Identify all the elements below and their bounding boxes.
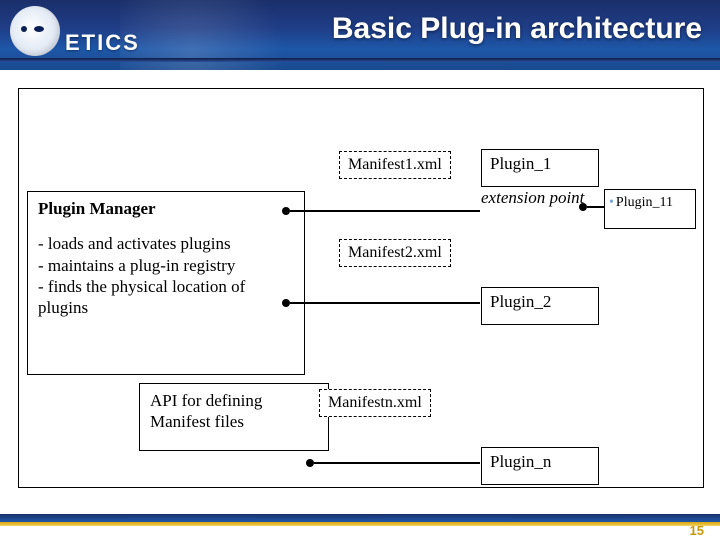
plugin2-box: Plugin_2 [481, 287, 599, 325]
pluginn-box: Plugin_n [481, 447, 599, 485]
diagram-frame: Plugin Manager - loads and activates plu… [18, 88, 704, 488]
plugin-manager-line: - loads and activates plugins [38, 233, 294, 254]
plugin-manager-box: Plugin Manager - loads and activates plu… [27, 191, 305, 375]
connector-dot [306, 459, 314, 467]
plugin1-box: Plugin_1 [481, 149, 599, 187]
connector-line [587, 206, 604, 208]
header-banner: ETICS Basic Plug-in architecture [0, 0, 720, 70]
page-number: 15 [690, 523, 704, 538]
plugin-manager-line: - finds the physical location of plugins [38, 276, 294, 319]
plugin-manager-line: - maintains a plug-in registry [38, 255, 294, 276]
connector-line [314, 462, 480, 464]
footer-accent [0, 522, 720, 526]
connector-dot [282, 207, 290, 215]
bullet-icon: • [609, 194, 614, 212]
api-box: API for defining Manifest files [139, 383, 329, 451]
slide: ETICS Basic Plug-in architecture Plugin … [0, 0, 720, 540]
connector-dot [579, 203, 587, 211]
plugin-manager-title: Plugin Manager [38, 198, 294, 219]
connector-line [290, 302, 480, 304]
manifestn-box: Manifestn.xml [319, 389, 431, 417]
extension-point-label: extension point [481, 189, 584, 208]
footer-bar [0, 514, 720, 522]
connector-line [290, 210, 480, 212]
connector-dot [282, 299, 290, 307]
logo-icon [10, 6, 60, 56]
manifest2-box: Manifest2.xml [339, 239, 451, 267]
wordmark: ETICS [65, 30, 140, 56]
plugin11-box: •Plugin_11 [604, 189, 696, 229]
manifest1-box: Manifest1.xml [339, 151, 451, 179]
footer: 15 [0, 518, 720, 540]
page-title: Basic Plug-in architecture [332, 12, 702, 46]
banner-divider [0, 58, 720, 62]
